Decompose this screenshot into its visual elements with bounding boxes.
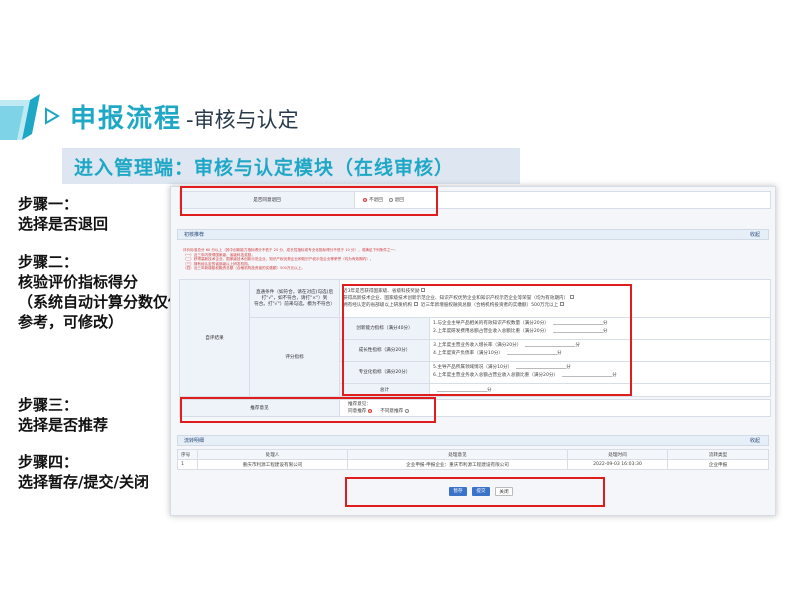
score-input[interactable] bbox=[506, 350, 557, 356]
score-input[interactable] bbox=[516, 364, 567, 370]
direct-checkbox[interactable] bbox=[413, 302, 418, 307]
step-3-line: 选择是否推荐 bbox=[18, 416, 109, 434]
unit: 分 bbox=[575, 343, 580, 349]
radio-no-return-label: 不退回 bbox=[369, 198, 383, 203]
return-table: 是否同意退回 不退回 退回 bbox=[179, 191, 771, 209]
table-row: 1 重庆市利源工程建设有限公司 企业申报-申报企业：重庆市利源工程建设有限公司 … bbox=[177, 459, 769, 470]
radio-recommend-no[interactable] bbox=[405, 408, 410, 413]
slide-title-sub: -审核与认定 bbox=[186, 108, 299, 132]
step-3-title: 步骤三： bbox=[18, 396, 79, 414]
recommend-yes-label: 同意推荐 bbox=[348, 409, 367, 414]
step-4: 步骤四： 选择暂存/提交/关闭 bbox=[18, 452, 149, 492]
save-button[interactable]: 暂存 bbox=[449, 487, 467, 496]
flow-cell: 企业申报-申报企业：重庆市利源工程建设有限公司 bbox=[347, 459, 568, 470]
score-item: 2.上年度研发费用总额占营业收入总额比重（满分20分） bbox=[433, 329, 549, 335]
radio-no-return[interactable] bbox=[363, 197, 367, 202]
group-name: 创新能力指标（满分40分） bbox=[339, 316, 430, 340]
score-input[interactable] bbox=[552, 320, 603, 326]
score-item: 1.与企业主导产品相关的有效知识产权数量（满分20分） bbox=[433, 321, 549, 327]
flow-cell: 1 bbox=[177, 459, 198, 470]
radio-return[interactable] bbox=[388, 197, 393, 202]
app-screenshot: 是否同意退回 不退回 退回 初核推荐 收起 评价标准总分 60 分以上（其中创新… bbox=[170, 186, 776, 516]
self-eval-label: 自评结果 bbox=[179, 279, 250, 397]
radio-recommend-yes[interactable] bbox=[368, 408, 373, 413]
direct-label: 直通条件（如符合，请在对应(勾选)后打"√"，如不符合，请打"×"）到 bbox=[255, 290, 334, 302]
direct-checkbox[interactable] bbox=[421, 288, 426, 293]
unit: 分 bbox=[556, 351, 562, 357]
total-input[interactable] bbox=[437, 387, 487, 392]
eval-label: 评分指标 bbox=[249, 316, 340, 398]
step-1-line: 选择是否退回 bbox=[18, 215, 109, 233]
step-2-line: （系统自动计算分数仅供 bbox=[18, 293, 184, 311]
radio-return-label: 退回 bbox=[394, 198, 404, 203]
flow-cell: 重庆市利源工程建设有限公司 bbox=[197, 459, 348, 470]
flow-col-header: 流转类型 bbox=[667, 449, 769, 460]
return-label: 是否同意退回 bbox=[179, 191, 355, 209]
score-input[interactable] bbox=[525, 342, 576, 348]
step-2: 步骤二： 核验评价指标得分 （系统自动计算分数仅供 参考，可修改） bbox=[18, 252, 183, 332]
unit: 分 bbox=[566, 365, 571, 371]
step-1: 步骤一： 选择是否退回 bbox=[18, 194, 108, 234]
flow-col-header: 处理时间 bbox=[567, 449, 668, 460]
submit-button[interactable]: 提交 bbox=[472, 487, 490, 496]
direct-item: 近三年新增股权融资总额（合格机构投资者的实缴额）500万元以上 bbox=[420, 302, 559, 308]
flow-cell: 企业申报 bbox=[667, 459, 769, 470]
note-line: （四）近三年新增股权融资总额（合格机构投资者的实缴额）500万元以上。 bbox=[183, 266, 305, 271]
direct-checkbox[interactable] bbox=[570, 295, 575, 300]
score-input[interactable] bbox=[562, 372, 613, 378]
direct-item: 获得高新技术企业、国家级技术创新示范企业、知识产权优势企业和知识产权示范企业等荣… bbox=[343, 295, 569, 301]
recommend-title: 推荐意见： bbox=[348, 402, 371, 407]
flow-table: 序号 处理人 处理意见 处理时间 流转类型 1 重庆市利源工程建设有限公司 企业… bbox=[177, 449, 769, 470]
step-2-line: 参考，可修改） bbox=[18, 313, 124, 331]
review-panel-collapse[interactable]: 收起 bbox=[750, 230, 760, 240]
group-name: 专业化指标（满分20分） bbox=[339, 360, 430, 384]
close-button[interactable]: 关闭 bbox=[495, 487, 513, 496]
direct-label-2: 符合。打"√"）前来勾选，模为不符合） bbox=[254, 302, 335, 308]
flow-panel-collapse[interactable]: 收起 bbox=[750, 436, 760, 446]
flow-col-header: 处理人 bbox=[197, 449, 348, 460]
step-2-line: 核验评价指标得分 bbox=[18, 273, 139, 291]
total-label: 总计 bbox=[339, 382, 430, 398]
flow-cell: 2022-09-03 16:03:30 bbox=[567, 459, 668, 470]
flow-panel-header: 流转明细 收起 bbox=[177, 435, 769, 446]
group-name: 成长性指标（满分20分） bbox=[339, 338, 430, 362]
recommend-no-label: 不同意推荐 bbox=[380, 409, 404, 414]
step-1-title: 步骤一： bbox=[18, 195, 79, 213]
score-input[interactable] bbox=[552, 328, 603, 334]
slide-title: 申报流程 -审核与认定 bbox=[70, 98, 299, 134]
play-triangle-icon bbox=[45, 107, 60, 125]
direct-checkbox[interactable] bbox=[560, 302, 565, 307]
step-4-line: 选择暂存/提交/关闭 bbox=[18, 473, 149, 491]
score-item: 5.主导产品所属领域情况（满分10分） bbox=[433, 365, 513, 371]
evaluation-table: 自评结果 直通条件（如符合，请在对应(勾选)后打"√"，如不符合，请打"×"）到… bbox=[179, 279, 771, 398]
eligibility-notes: 评价标准总分 60 分以上（其中创新能力指标得分不低于 20 分、成长性指标或专… bbox=[183, 248, 543, 271]
section-banner: 进入管理端：审核与认定模块（在线审核） bbox=[62, 148, 520, 184]
unit: 分 bbox=[602, 321, 608, 327]
flow-col-header: 处理意见 bbox=[347, 449, 568, 460]
score-item: 4.上年度资产负债率（满分10分） bbox=[433, 351, 503, 357]
score-item: 6.上年度主营业务收入总额占营业收入总额比重（满分20分） bbox=[433, 373, 559, 379]
section-banner-text: 进入管理端：审核与认定模块（在线审核） bbox=[74, 156, 455, 179]
step-3: 步骤三： 选择是否推荐 bbox=[18, 395, 108, 435]
step-2-title: 步骤二： bbox=[18, 253, 79, 271]
review-panel-title: 初核推荐 bbox=[184, 232, 205, 238]
review-panel-header: 初核推荐 收起 bbox=[177, 229, 769, 240]
recommend-table: 推荐意见 推荐意见： 同意推荐 不同意推荐 bbox=[179, 399, 771, 417]
slide-title-main: 申报流程 bbox=[70, 104, 183, 134]
flow-col-header: 序号 bbox=[177, 449, 198, 460]
unit: 分 bbox=[602, 329, 608, 335]
score-item: 3.上年度主营业务收入增长率（满分20分） bbox=[433, 343, 522, 349]
recommend-label: 推荐意见 bbox=[179, 399, 340, 417]
unit: 分 bbox=[487, 387, 492, 393]
direct-item: 近3年是否获得国家级、省级科技奖励 bbox=[343, 288, 420, 294]
step-4-title: 步骤四： bbox=[18, 453, 79, 471]
flow-panel-title: 流转明细 bbox=[184, 438, 205, 444]
unit: 分 bbox=[612, 373, 617, 379]
direct-item: 拥有经认定的省部级以上研发机构 bbox=[343, 302, 412, 308]
